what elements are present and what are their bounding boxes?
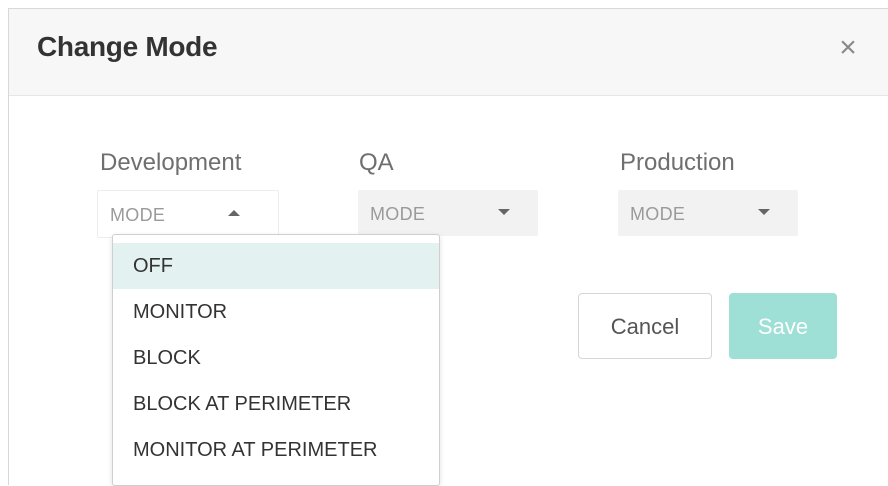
caret-down-icon bbox=[498, 209, 510, 215]
mode-option-monitor[interactable]: MONITOR bbox=[113, 289, 439, 335]
close-icon[interactable]: × bbox=[833, 33, 863, 63]
qa-mode-value: MODE bbox=[370, 204, 426, 224]
production-mode-value: MODE bbox=[630, 204, 686, 224]
development-label: Development bbox=[100, 149, 242, 176]
development-mode-value: MODE bbox=[110, 205, 166, 225]
caret-up-icon bbox=[228, 210, 240, 216]
qa-mode-select[interactable]: MODE bbox=[358, 190, 538, 236]
save-button[interactable]: Save bbox=[729, 293, 837, 359]
qa-label: QA bbox=[359, 149, 394, 176]
mode-option-off[interactable]: OFF bbox=[113, 243, 439, 289]
caret-down-icon bbox=[758, 209, 770, 215]
mode-option-block[interactable]: BLOCK bbox=[113, 335, 439, 381]
production-label: Production bbox=[620, 149, 735, 176]
change-mode-dialog: Change Mode × Development MODE QA MODE P… bbox=[8, 8, 888, 486]
cancel-button[interactable]: Cancel bbox=[578, 293, 712, 359]
development-mode-select[interactable]: MODE bbox=[97, 190, 279, 238]
mode-dropdown-list: OFF MONITOR BLOCK BLOCK AT PERIMETER MON… bbox=[112, 234, 440, 486]
mode-option-monitor-at-perimeter[interactable]: MONITOR AT PERIMETER bbox=[113, 427, 439, 473]
mode-option-block-at-perimeter[interactable]: BLOCK AT PERIMETER bbox=[113, 381, 439, 427]
dialog-title: Change Mode bbox=[37, 31, 218, 62]
dialog-header: Change Mode × bbox=[9, 9, 888, 96]
production-mode-select[interactable]: MODE bbox=[618, 190, 798, 236]
